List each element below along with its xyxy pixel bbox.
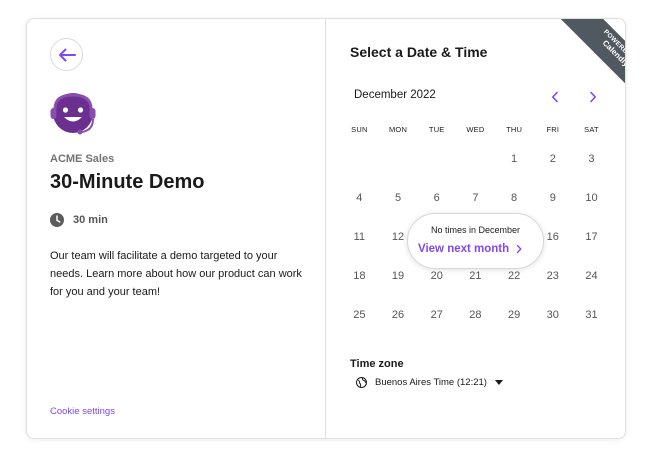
calendar-day: 28 (469, 309, 482, 321)
weekday-header: SUN MON TUE WED THU FRI SAT (340, 125, 616, 139)
calendar-day: 24 (585, 270, 598, 282)
calendar-day: 1 (511, 153, 518, 165)
next-month-button[interactable] (583, 88, 603, 105)
calendar-day-empty (379, 152, 418, 166)
clock-icon (50, 213, 64, 227)
no-times-message: No times in December (430, 225, 521, 235)
company-logo (50, 93, 96, 135)
calendar-day: 30 (546, 309, 559, 321)
globe-icon (356, 377, 367, 388)
calendar-day: 5 (394, 192, 402, 204)
chevron-right-icon (590, 91, 596, 102)
calendar-day: 19 (391, 270, 405, 282)
calendar-day: 27 (430, 309, 443, 321)
weekday-sun: SUN (351, 125, 368, 134)
calendar-day: 6 (433, 192, 440, 204)
weekday-fri: FRI (546, 125, 560, 134)
calendar-day: 4 (356, 192, 363, 204)
timezone-value: Buenos Aires Time (12:21) (375, 377, 487, 388)
calendar-day: 3 (588, 153, 595, 165)
cookie-settings-link[interactable]: Cookie settings (50, 406, 115, 417)
chevron-left-icon (552, 91, 558, 102)
calendar-day: 23 (546, 270, 559, 282)
scheduler-panel: Select a Date & Time POWERED BY Calendly… (326, 19, 626, 438)
weekday-thu: THU (506, 125, 523, 134)
booking-card: ACME Sales 30-Minute Demo 30 min Our tea… (26, 18, 626, 439)
timezone-select[interactable]: Buenos Aires Time (12:21) (356, 377, 503, 388)
view-next-month-label: View next month (418, 243, 510, 255)
previous-month-button[interactable] (545, 88, 565, 105)
scheduler-title: Select a Date & Time (350, 44, 488, 60)
timezone-label: Time zone (350, 358, 404, 370)
back-button[interactable] (50, 38, 83, 71)
calendar-day: 9 (549, 192, 556, 204)
calendar-day: 31 (585, 309, 598, 321)
calendar-day: 8 (511, 192, 518, 204)
calendar-day: 7 (472, 192, 479, 204)
view-next-month-button[interactable]: View next month (418, 241, 522, 257)
badge-line-2: Calendly (600, 38, 626, 69)
no-times-popover: No times in December View next month (407, 213, 544, 269)
calendar-day: 22 (507, 270, 521, 282)
calendar-day-empty (340, 152, 379, 166)
weekday-sat: SAT (584, 125, 599, 134)
weekday-mon: MON (388, 125, 408, 134)
caret-down-icon (494, 380, 503, 385)
calendar-day: 25 (353, 309, 366, 321)
calendar-day: 20 (430, 270, 443, 282)
event-details-panel: ACME Sales 30-Minute Demo 30 min Our tea… (27, 19, 326, 438)
event-title: 30-Minute Demo (50, 171, 205, 193)
calendar-day: 26 (391, 309, 405, 321)
calendar-day: 29 (507, 309, 521, 321)
weekday-tue: TUE (428, 125, 445, 134)
calendar-day: 2 (549, 153, 556, 165)
weekday-wed: WED (466, 125, 485, 134)
calendar-day: 11 (353, 231, 366, 243)
calendar-day-empty (456, 152, 495, 166)
duration-label: 30 min (73, 214, 108, 226)
chevron-right-icon (517, 244, 522, 254)
calendar-day-empty (417, 152, 456, 166)
calendar-day: 10 (585, 192, 598, 204)
calendar-day: 17 (585, 231, 598, 243)
arrow-left-icon (58, 48, 76, 61)
calendar-day: 21 (469, 270, 482, 282)
event-duration: 30 min (50, 213, 108, 227)
month-label: December 2022 (354, 89, 436, 101)
organizer-name: ACME Sales (50, 153, 115, 165)
event-description: Our team will facilitate a demo targeted… (50, 250, 302, 298)
powered-by-badge[interactable]: POWERED BY Calendly (550, 19, 626, 96)
calendar-day: 18 (353, 270, 366, 282)
